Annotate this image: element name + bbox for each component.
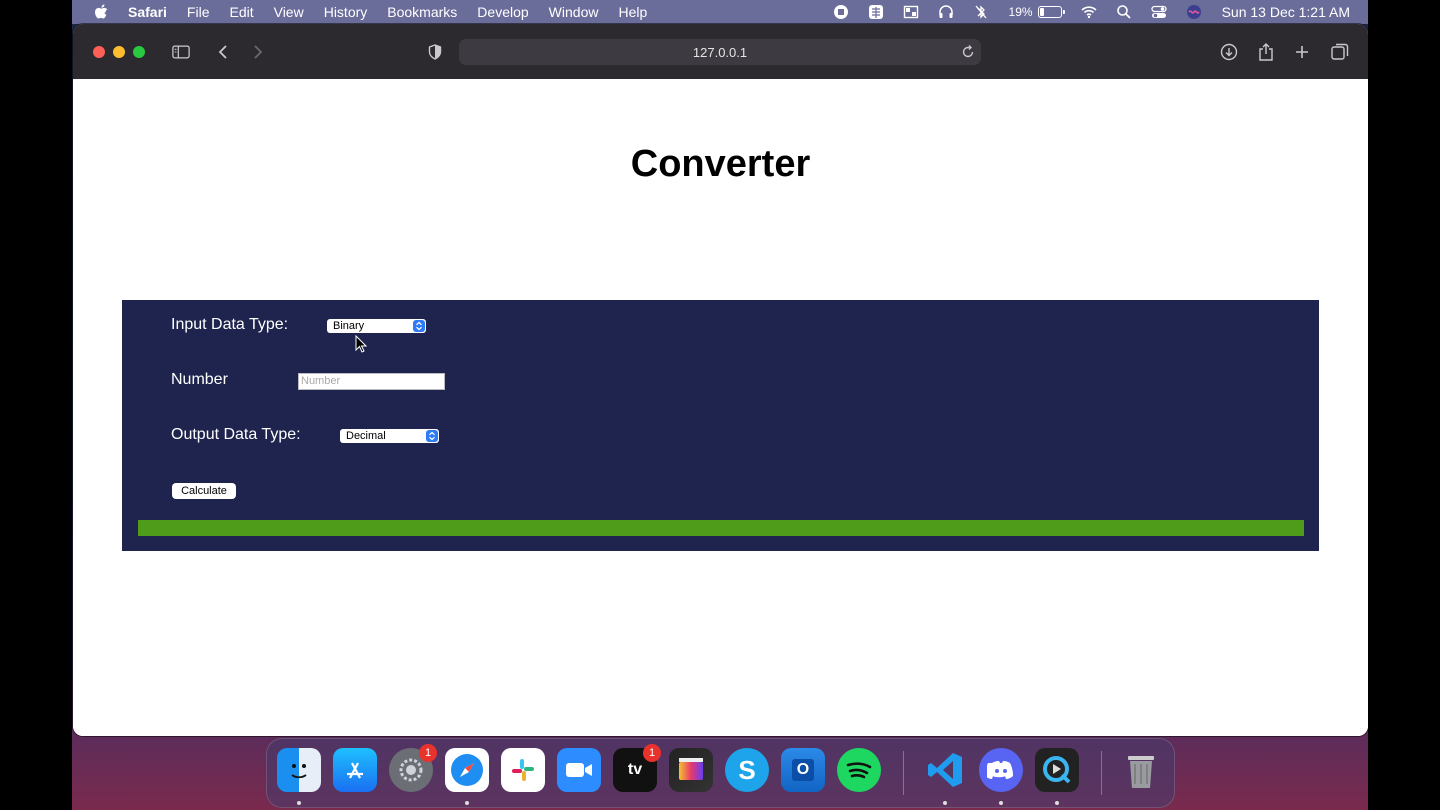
notes-grid-icon[interactable] xyxy=(868,4,884,20)
running-indicator xyxy=(297,801,301,805)
input-type-label: Input Data Type: xyxy=(171,316,289,333)
menu-bookmarks[interactable]: Bookmarks xyxy=(387,4,457,20)
address-bar[interactable]: 127.0.0.1 xyxy=(459,39,981,65)
running-indicator xyxy=(999,801,1003,805)
control-center-icon[interactable] xyxy=(1150,4,1167,20)
window-controls xyxy=(93,45,153,58)
tab-overview-icon[interactable] xyxy=(1331,43,1349,61)
output-type-label: Output Data Type: xyxy=(171,426,301,443)
input-type-select[interactable]: Binary xyxy=(327,319,426,333)
input-type-value: Binary xyxy=(333,320,365,332)
outlook-letter: O xyxy=(791,759,815,781)
menu-develop[interactable]: Develop xyxy=(477,4,528,20)
quicktime-icon[interactable] xyxy=(1035,748,1079,792)
close-window-button[interactable] xyxy=(93,45,105,58)
menu-file[interactable]: File xyxy=(187,4,210,20)
share-icon[interactable] xyxy=(1257,43,1275,61)
finder-icon[interactable] xyxy=(277,748,321,792)
menu-clock[interactable]: Sun 13 Dec 1:21 AM xyxy=(1222,4,1350,20)
spotlight-search-icon[interactable] xyxy=(1116,4,1132,20)
zoom-window-button[interactable] xyxy=(133,45,145,58)
reload-icon[interactable] xyxy=(960,44,976,60)
dock-separator xyxy=(903,751,904,795)
new-tab-plus-icon[interactable] xyxy=(1293,43,1311,61)
notification-badge: 1 xyxy=(643,744,661,762)
skype-letter: S xyxy=(738,754,756,785)
menu-help[interactable]: Help xyxy=(618,4,647,20)
number-label: Number xyxy=(171,371,228,388)
output-type-value: Decimal xyxy=(346,430,386,442)
dock: 1 tv 1 S O xyxy=(266,738,1175,808)
menu-history[interactable]: History xyxy=(324,4,368,20)
web-page: Converter Input Data Type: Binary Number… xyxy=(73,79,1368,736)
menu-window[interactable]: Window xyxy=(549,4,599,20)
running-indicator xyxy=(1055,801,1059,805)
minimize-window-button[interactable] xyxy=(113,45,125,58)
wifi-icon[interactable] xyxy=(1081,4,1097,20)
zoom-icon[interactable] xyxy=(557,748,601,792)
slack-icon[interactable] xyxy=(501,748,545,792)
skype-icon[interactable]: S xyxy=(725,748,769,792)
select-arrows-icon xyxy=(413,320,425,332)
select-arrows-icon xyxy=(426,430,438,442)
output-type-select[interactable]: Decimal xyxy=(340,429,439,443)
back-icon[interactable] xyxy=(214,43,232,61)
url-text: 127.0.0.1 xyxy=(692,44,748,60)
trash-icon[interactable] xyxy=(1119,748,1163,792)
app-store-icon[interactable] xyxy=(333,748,377,792)
menu-bar: Safari File Edit View History Bookmarks … xyxy=(72,0,1368,24)
downloads-icon[interactable] xyxy=(1220,43,1238,61)
battery-level-fill xyxy=(1039,8,1044,16)
tv-wordmark: tv xyxy=(627,761,643,778)
bluetooth-off-icon[interactable] xyxy=(973,4,989,20)
forward-icon[interactable] xyxy=(249,43,267,61)
menu-edit[interactable]: Edit xyxy=(229,4,253,20)
siri-icon[interactable] xyxy=(1186,4,1202,20)
mouse-pointer-icon xyxy=(355,335,367,353)
final-cut-pro-icon[interactable] xyxy=(669,748,713,792)
number-placeholder: Number xyxy=(301,375,341,387)
dock-separator xyxy=(1101,751,1102,795)
notification-badge: 1 xyxy=(419,744,437,762)
apple-tv-icon[interactable]: tv 1 xyxy=(613,744,661,792)
converter-panel: Input Data Type: Binary Number Number Ou… xyxy=(122,300,1319,551)
browser-toolbar: 127.0.0.1 xyxy=(73,24,1368,79)
privacy-shield-icon[interactable] xyxy=(426,43,444,61)
outlook-icon[interactable]: O xyxy=(781,748,825,792)
menu-view[interactable]: View xyxy=(274,4,304,20)
battery-icon[interactable] xyxy=(1037,6,1065,18)
number-input[interactable]: Number xyxy=(298,373,445,390)
discord-icon[interactable] xyxy=(979,748,1023,792)
vscode-icon[interactable] xyxy=(923,748,967,792)
menu-app-safari[interactable]: Safari xyxy=(128,4,167,20)
sidebar-toggle-icon[interactable] xyxy=(172,43,190,61)
safari-icon[interactable] xyxy=(445,748,489,792)
battery-percent: 19% xyxy=(1008,5,1033,19)
window-layout-icon[interactable] xyxy=(903,4,919,20)
apple-menu-icon[interactable] xyxy=(94,4,108,20)
system-preferences-icon[interactable]: 1 xyxy=(389,744,437,792)
page-title: Converter xyxy=(630,143,811,185)
spotify-icon[interactable] xyxy=(837,748,881,792)
safari-window: 127.0.0.1 Converter Input Data Type: Bin… xyxy=(73,24,1368,736)
result-output-bar xyxy=(138,520,1304,536)
calculate-button[interactable]: Calculate xyxy=(172,483,236,499)
headphones-icon[interactable] xyxy=(938,4,954,20)
status-area: 19% Sun 13 Dec 1:21 AM xyxy=(814,4,1350,20)
screen-record-icon[interactable] xyxy=(833,4,849,20)
running-indicator xyxy=(943,801,947,805)
running-indicator xyxy=(465,801,469,805)
